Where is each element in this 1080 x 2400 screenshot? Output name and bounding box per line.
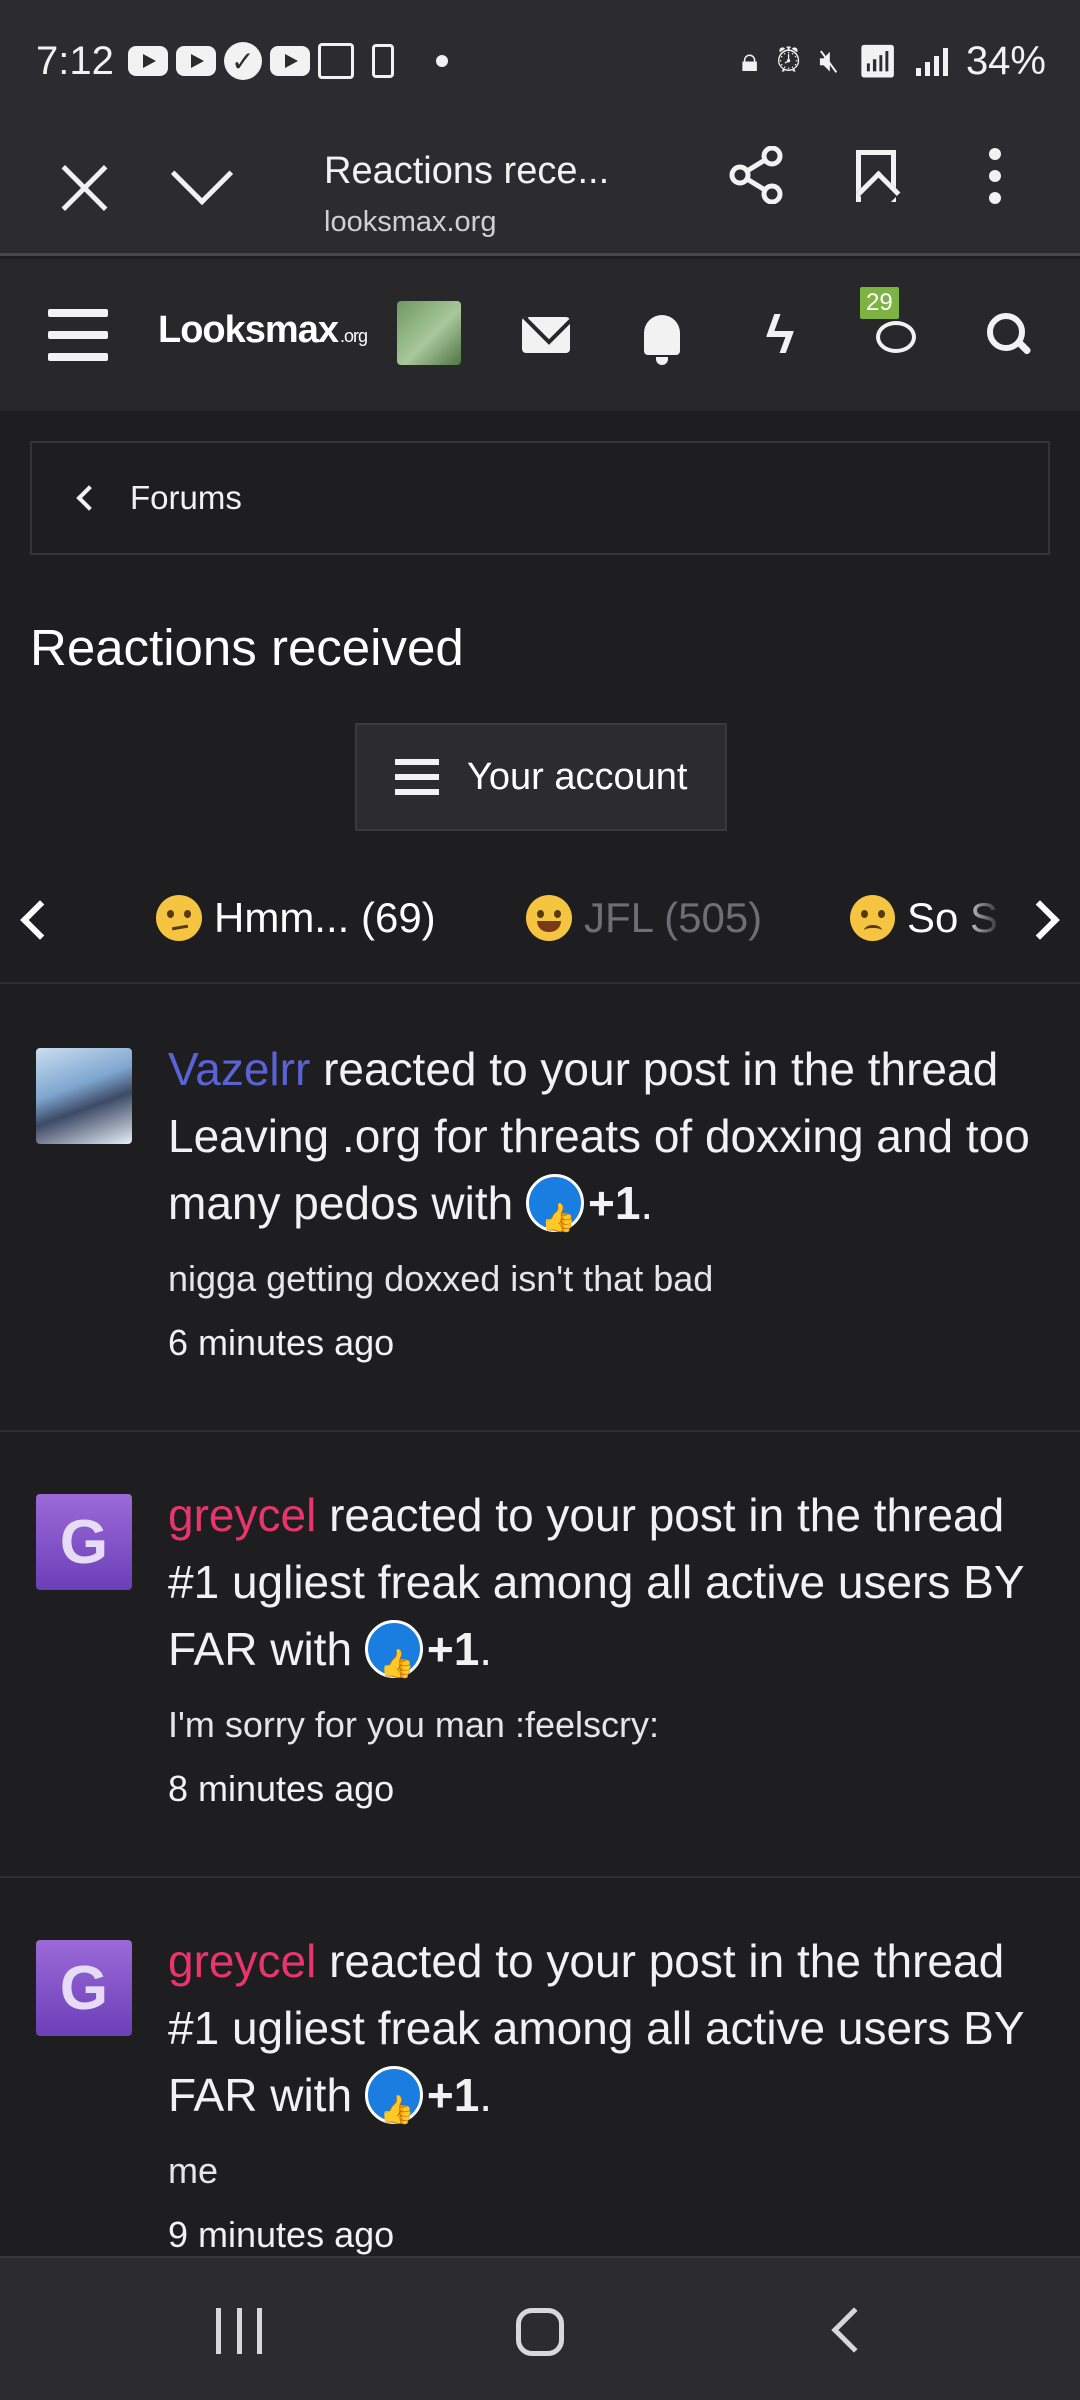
tab-label: Hmm... (69) bbox=[214, 894, 436, 941]
timestamp: 8 minutes ago bbox=[168, 1768, 395, 1809]
close-icon[interactable] bbox=[58, 162, 110, 214]
notification-icons: ✓ bbox=[127, 42, 448, 80]
battery-percent: 34% bbox=[965, 38, 1046, 83]
browser-toolbar: Reactions rece... looksmax.org bbox=[0, 122, 1080, 256]
bookmark-icon[interactable] bbox=[856, 150, 896, 202]
wifi-icon: 📶︎ bbox=[857, 43, 898, 79]
avatar[interactable]: G bbox=[36, 1494, 132, 1590]
post-snippet: I'm sorry for you man :feelscry: bbox=[168, 1704, 659, 1745]
your-account-button[interactable]: Your account bbox=[355, 723, 727, 831]
menu-icon bbox=[395, 759, 439, 795]
avatar[interactable] bbox=[36, 1048, 132, 1144]
page-title: Reactions received bbox=[30, 619, 464, 676]
alert-text: greycel reacted to your post in the thre… bbox=[168, 1928, 1048, 2143]
alert-text: greycel reacted to your post in the thre… bbox=[168, 1482, 1048, 1697]
search-icon bbox=[987, 313, 1031, 357]
alert-end: . bbox=[479, 2069, 493, 2121]
breadcrumb[interactable]: Forums bbox=[30, 441, 1050, 555]
breadcrumb-label: Forums bbox=[130, 479, 242, 516]
alert-end: . bbox=[479, 1623, 493, 1675]
youtube-icon bbox=[269, 46, 310, 76]
timestamp: 9 minutes ago bbox=[168, 2214, 395, 2255]
thinking-emoji-icon bbox=[156, 895, 202, 941]
reaction-label: +1 bbox=[426, 1623, 480, 1675]
bell-icon bbox=[644, 315, 680, 365]
share-icon[interactable] bbox=[728, 146, 786, 204]
logo-text: Looksmax bbox=[158, 309, 339, 351]
bolt-icon: ϟ bbox=[765, 305, 795, 365]
status-time: 7:12 bbox=[36, 38, 114, 83]
check-icon: ✓ bbox=[223, 42, 262, 80]
username-link[interactable]: greycel bbox=[168, 1489, 316, 1541]
timestamp: 6 minutes ago bbox=[168, 1322, 395, 1363]
phone-icon bbox=[371, 44, 394, 78]
scroll-right-arrow-icon[interactable] bbox=[1020, 900, 1060, 940]
list-item[interactable]: G greycel reacted to your post in the th… bbox=[0, 1432, 1080, 1878]
reaction-label: +1 bbox=[426, 2069, 480, 2121]
app-icon bbox=[317, 43, 354, 79]
post-snippet: me bbox=[168, 2150, 219, 2191]
back-icon[interactable] bbox=[831, 2307, 877, 2353]
youtube-icon bbox=[175, 46, 216, 76]
chevron-left-icon bbox=[76, 485, 102, 511]
sad-emoji-icon bbox=[850, 895, 895, 941]
reaction-label: +1 bbox=[587, 1177, 641, 1229]
signal-icon bbox=[915, 46, 948, 76]
youtube-icon bbox=[127, 46, 168, 76]
logo-suffix: .org bbox=[339, 326, 368, 346]
system-icons: 🔒︎ ⏰︎ 🔇︎ 📶︎ 34% bbox=[741, 0, 1046, 122]
search-button[interactable] bbox=[984, 259, 1034, 411]
user-avatar[interactable] bbox=[397, 301, 461, 365]
chat-bubble-icon bbox=[876, 321, 916, 353]
site-logo[interactable]: Looksmax .org bbox=[158, 309, 368, 352]
more-options-icon[interactable] bbox=[988, 148, 1002, 204]
recent-apps-icon[interactable] bbox=[216, 2308, 262, 2354]
chevron-down-icon[interactable] bbox=[170, 142, 234, 206]
tab-title: Reactions rece... bbox=[324, 150, 610, 192]
reaction-tabs: Hmm... (69) JFL (505) So S bbox=[0, 860, 1080, 984]
tab-hmm[interactable]: Hmm... (69) bbox=[156, 894, 436, 942]
mail-icon bbox=[522, 317, 570, 353]
site-header: Looksmax .org ϟ 29 bbox=[0, 259, 1080, 411]
tab-label: So S bbox=[906, 894, 998, 941]
alert-text: Vazelrr reacted to your post in the thre… bbox=[168, 1036, 1048, 1251]
status-bar: 7:12 ✓ 🔒︎ ⏰︎ 🔇︎ 📶︎ 34% bbox=[0, 0, 1080, 122]
alarm-icon: ⏰︎ bbox=[776, 42, 802, 78]
username-link[interactable]: Vazelrr bbox=[168, 1043, 310, 1095]
alerts-button[interactable] bbox=[642, 259, 682, 411]
like-reaction-icon bbox=[364, 1619, 423, 1697]
avatar[interactable]: G bbox=[36, 1940, 132, 2036]
inbox-button[interactable] bbox=[520, 259, 572, 411]
crying-laughing-emoji-icon bbox=[526, 895, 572, 941]
scroll-left-arrow-icon[interactable] bbox=[20, 900, 60, 940]
system-navigation-bar bbox=[0, 2256, 1080, 2400]
page: 7:12 ✓ 🔒︎ ⏰︎ 🔇︎ 📶︎ 34% Reactions rece...… bbox=[0, 0, 1080, 2400]
tab-label: JFL (505) bbox=[584, 894, 763, 941]
like-reaction-icon bbox=[364, 2065, 423, 2143]
username-link[interactable]: greycel bbox=[168, 1935, 316, 1987]
account-button-label: Your account bbox=[467, 755, 688, 798]
home-icon[interactable] bbox=[516, 2308, 564, 2356]
post-snippet: nigga getting doxxed isn't that bad bbox=[168, 1258, 714, 1299]
mute-icon: 🔇︎ bbox=[819, 42, 840, 78]
chat-count-badge: 29 bbox=[860, 287, 899, 319]
chat-button[interactable]: 29 bbox=[860, 259, 920, 411]
lock-icon: 🔒︎ bbox=[741, 42, 759, 78]
more-notifications-dot-icon bbox=[435, 55, 448, 67]
like-reaction-icon bbox=[525, 1173, 584, 1251]
alert-end: . bbox=[640, 1177, 654, 1229]
whats-new-button[interactable]: ϟ bbox=[760, 259, 800, 411]
tab-so-sad[interactable]: So S bbox=[850, 894, 998, 942]
chat-icon: 29 bbox=[860, 287, 918, 359]
menu-icon[interactable] bbox=[48, 309, 108, 361]
tab-jfl[interactable]: JFL (505) bbox=[526, 894, 762, 942]
url-text[interactable]: looksmax.org bbox=[324, 206, 496, 239]
list-item[interactable]: Vazelrr reacted to your post in the thre… bbox=[0, 986, 1080, 1432]
